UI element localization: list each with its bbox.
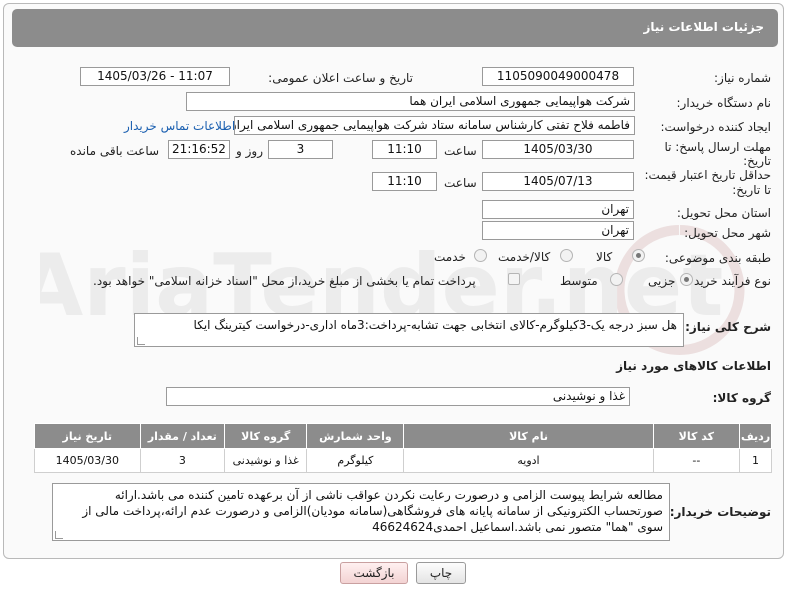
city-field[interactable]: تهران xyxy=(482,221,634,240)
cell-row: 1 xyxy=(739,448,772,473)
category-radio-service[interactable] xyxy=(474,249,487,262)
buyer-notes-text: مطالعه شرایط پیوست الزامی و درصورت رعایت… xyxy=(82,488,663,534)
category-radio-goods-service[interactable] xyxy=(560,249,573,262)
creator-field[interactable]: فاطمه فلاح تفتی کارشناس سامانه ستاد شرکت… xyxy=(234,116,635,135)
price-time-label: ساعت xyxy=(444,176,477,190)
announce-label: تاریخ و ساعت اعلان عمومی: xyxy=(268,71,413,85)
panel-header: جزئیات اطلاعات نیاز xyxy=(12,9,778,47)
price-validity-label-date: تا تاریخ: xyxy=(732,183,771,197)
process-label: نوع فرآیند خرید : xyxy=(686,274,771,288)
announce-field[interactable]: 1405/03/26 - 11:07 xyxy=(80,67,230,86)
category-option-goods-service: کالا/خدمت xyxy=(498,250,551,264)
col-quantity: تعداد / مقدار xyxy=(139,423,226,449)
col-group: گروه کالا xyxy=(224,423,308,449)
price-validity-label: حداقل تاریخ اعتبار قیمت: xyxy=(644,168,771,182)
summary-label: شرح کلی نیاز: xyxy=(685,320,771,334)
table-row[interactable]: 1 -- ادویه کیلوگرم غذا و نوشیدنی 3 1405/… xyxy=(34,448,772,473)
need-number-field[interactable]: 1105090049000478 xyxy=(482,67,634,86)
cell-quantity: 3 xyxy=(139,448,226,473)
reply-time-label: ساعت xyxy=(444,144,477,158)
goods-section-title: اطلاعات کالاهای مورد نیاز xyxy=(616,359,771,373)
days-field[interactable]: 3 xyxy=(268,140,333,159)
days-label: روز و xyxy=(236,144,263,158)
summary-text: هل سبز درجه یک-3کیلوگرم-کالای انتخابی جه… xyxy=(193,318,677,332)
reply-time-field[interactable]: 11:10 xyxy=(372,140,437,159)
cell-unit: کیلوگرم xyxy=(306,448,405,473)
resize-handle-icon[interactable] xyxy=(55,531,63,539)
cell-group: غذا و نوشیدنی xyxy=(224,448,308,473)
col-unit: واحد شمارش xyxy=(306,423,405,449)
buyer-org-field[interactable]: شرکت هواپیمایی جمهوری اسلامی ایران هما xyxy=(186,92,635,111)
remaining-label: ساعت باقی مانده xyxy=(70,144,160,158)
process-option-medium: متوسط xyxy=(560,274,598,288)
city-label: شهر محل تحویل: xyxy=(684,226,771,240)
creator-label: ایجاد کننده درخواست: xyxy=(660,120,771,134)
need-number-label: شماره نیاز: xyxy=(714,71,771,85)
buyer-contact-link[interactable]: اطلاعات تماس خریدار xyxy=(124,119,235,133)
back-button[interactable]: بازگشت xyxy=(340,562,408,584)
price-time-field[interactable]: 11:10 xyxy=(372,172,437,191)
resize-handle-icon[interactable] xyxy=(137,337,145,345)
goods-group-field[interactable]: غذا و نوشیدنی xyxy=(166,387,630,406)
panel-title: جزئیات اطلاعات نیاز xyxy=(643,20,764,34)
summary-textarea[interactable]: هل سبز درجه یک-3کیلوگرم-کالای انتخابی جه… xyxy=(134,313,684,347)
cell-code: -- xyxy=(652,448,741,473)
category-label: طبقه بندی موضوعی: xyxy=(664,251,771,265)
price-date-field[interactable]: 1405/07/13 xyxy=(482,172,634,191)
remaining-time-field[interactable]: 21:16:52 xyxy=(168,140,230,159)
process-radio-minor[interactable] xyxy=(680,273,693,286)
col-row: ردیف xyxy=(739,423,772,449)
reply-date-field[interactable]: 1405/03/30 xyxy=(482,140,634,159)
buyer-notes-label: توضیحات خریدار: xyxy=(669,505,771,519)
print-button[interactable]: چاپ xyxy=(416,562,466,584)
category-option-goods: کالا xyxy=(596,250,613,264)
col-code: کد کالا xyxy=(652,423,741,449)
process-radio-medium[interactable] xyxy=(610,273,623,286)
reply-deadline-label: مهلت ارسال پاسخ: تا xyxy=(664,140,771,154)
goods-group-label: گروه کالا: xyxy=(712,391,771,405)
treasury-payment-checkbox[interactable] xyxy=(508,273,520,285)
category-radio-goods[interactable] xyxy=(632,249,645,262)
buyer-notes-textarea[interactable]: مطالعه شرایط پیوست الزامی و درصورت رعایت… xyxy=(52,483,670,541)
col-name: نام کالا xyxy=(403,423,654,449)
goods-table: ردیف کد کالا نام کالا واحد شمارش گروه کا… xyxy=(34,423,772,473)
province-field[interactable]: تهران xyxy=(482,200,634,219)
cell-date: 1405/03/30 xyxy=(34,448,141,473)
goods-table-header: ردیف کد کالا نام کالا واحد شمارش گروه کا… xyxy=(34,423,772,449)
province-label: استان محل تحویل: xyxy=(676,206,771,220)
buyer-org-label: نام دستگاه خریدار: xyxy=(676,96,772,110)
process-option-minor: جزیی xyxy=(648,274,676,288)
reply-deadline-label-date: تاریخ: xyxy=(743,154,771,168)
treasury-payment-note: پرداخت تمام یا بخشی از مبلغ خرید،از محل … xyxy=(93,274,476,288)
cell-name: ادویه xyxy=(403,448,654,473)
col-date: تاریخ نیاز xyxy=(34,423,141,449)
category-option-service: خدمت xyxy=(434,250,466,264)
